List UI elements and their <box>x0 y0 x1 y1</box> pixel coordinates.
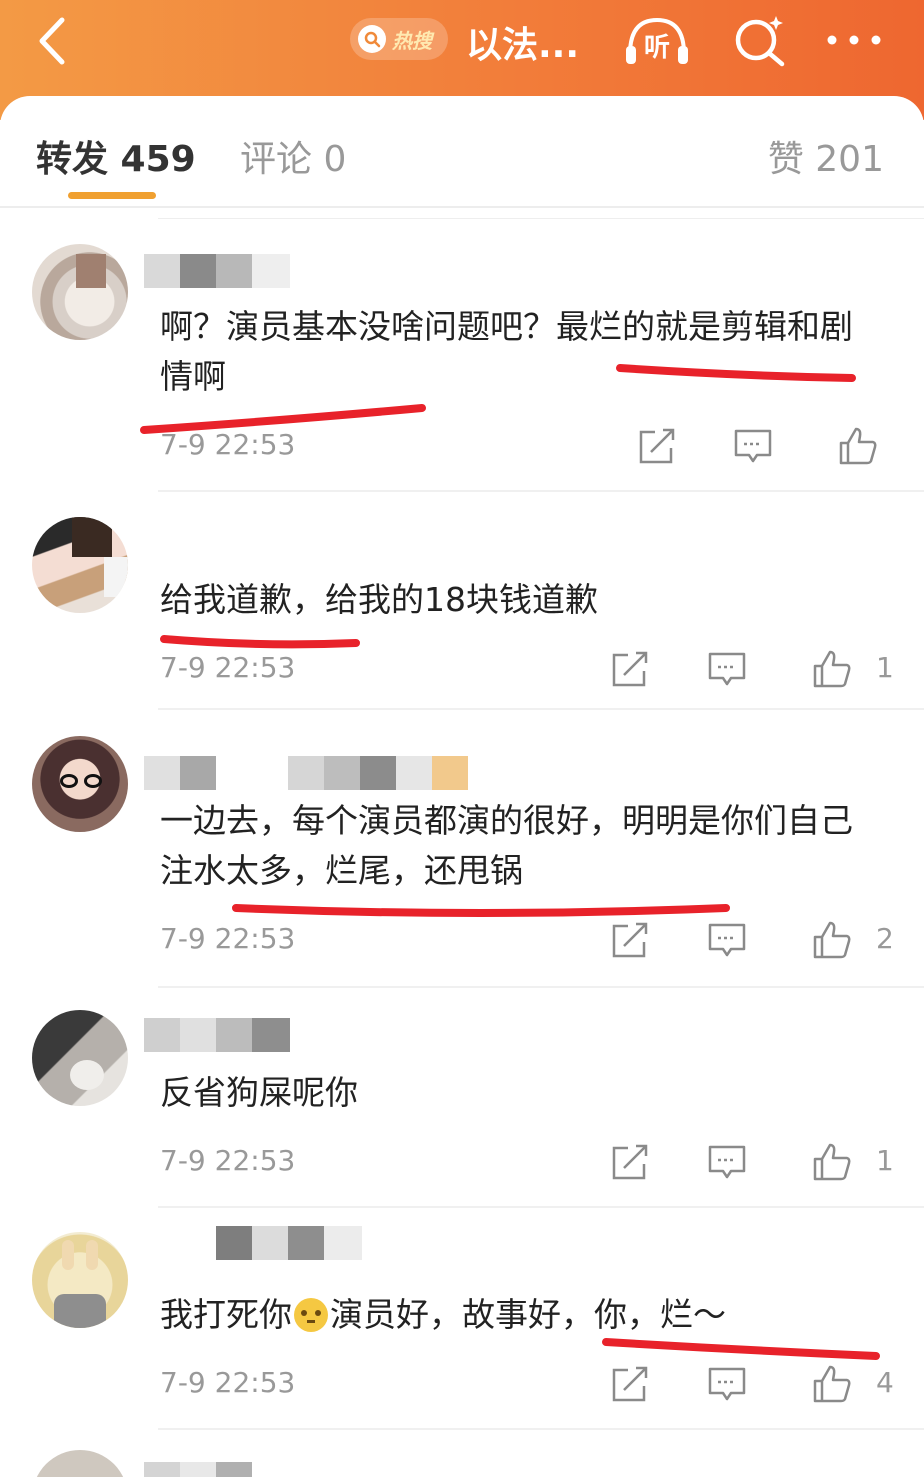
avatar[interactable] <box>32 736 128 832</box>
divider <box>158 708 924 710</box>
share-icon[interactable] <box>610 1142 650 1182</box>
avatar[interactable] <box>32 1232 128 1328</box>
search-icon[interactable] <box>730 12 790 68</box>
hot-badge-label: 热搜 <box>392 28 432 53</box>
thumbs-up-icon[interactable] <box>812 1142 852 1182</box>
tab-like[interactable]: 赞 201 <box>768 130 884 182</box>
share-icon[interactable] <box>610 649 650 689</box>
thumbs-up-icon[interactable] <box>812 649 852 689</box>
username-blurred[interactable] <box>144 1018 290 1052</box>
comment-text: 一边去，每个演员都演的很好，明明是你们自己注水太多，烂尾，还甩锅 <box>160 801 853 890</box>
username-blurred[interactable] <box>216 1226 362 1260</box>
tab-repost[interactable]: 转发 459 <box>36 130 196 182</box>
avatar[interactable] <box>32 1010 128 1106</box>
comment-icon[interactable] <box>707 649 747 689</box>
page-title[interactable]: 以法... <box>466 16 579 68</box>
thumbs-up-icon[interactable] <box>812 920 852 960</box>
active-tab-indicator <box>68 192 156 199</box>
tab-divider <box>0 206 924 208</box>
comment-icon[interactable] <box>707 1142 747 1182</box>
avatar[interactable] <box>32 517 128 613</box>
red-underline-annotation <box>232 904 730 917</box>
red-underline-annotation <box>160 635 360 649</box>
divider <box>158 986 924 988</box>
red-underline-annotation <box>140 364 856 434</box>
hot-search-badge[interactable]: 热搜 <box>350 18 448 60</box>
comment-time: 7-9 22:53 <box>160 1366 296 1399</box>
like-count: 1 <box>876 651 894 684</box>
search-small-icon <box>358 25 386 53</box>
tab-comment[interactable]: 评论 0 <box>240 130 346 182</box>
headphones-icon[interactable]: 听 <box>622 14 692 68</box>
comment-text: 给我道歉，给我的18块钱道歉 <box>160 580 598 619</box>
red-underline-annotation <box>602 1338 880 1360</box>
comment-time: 7-9 22:53 <box>160 1144 296 1177</box>
comment-text-part: 我打死你 <box>160 1295 292 1334</box>
comment-text-part: 演员好，故事好，你，烂～ <box>330 1295 726 1334</box>
embarrassed-emoji-icon <box>294 1298 328 1332</box>
divider <box>158 218 924 219</box>
divider <box>158 1206 924 1208</box>
username-blurred[interactable] <box>144 1462 254 1477</box>
username-blurred[interactable] <box>144 756 470 790</box>
tab-bar: 转发 459 评论 0 赞 201 <box>0 96 924 208</box>
like-count: 1 <box>876 1144 894 1177</box>
divider <box>158 1428 924 1430</box>
comment-text: 反省狗屎呢你 <box>160 1073 358 1112</box>
avatar[interactable] <box>32 244 128 340</box>
username-blurred[interactable] <box>144 254 290 288</box>
back-arrow-icon[interactable] <box>32 14 82 68</box>
divider <box>158 490 924 492</box>
more-icon[interactable] <box>824 28 884 52</box>
like-count: 2 <box>876 922 894 955</box>
listen-label: 听 <box>644 33 670 63</box>
